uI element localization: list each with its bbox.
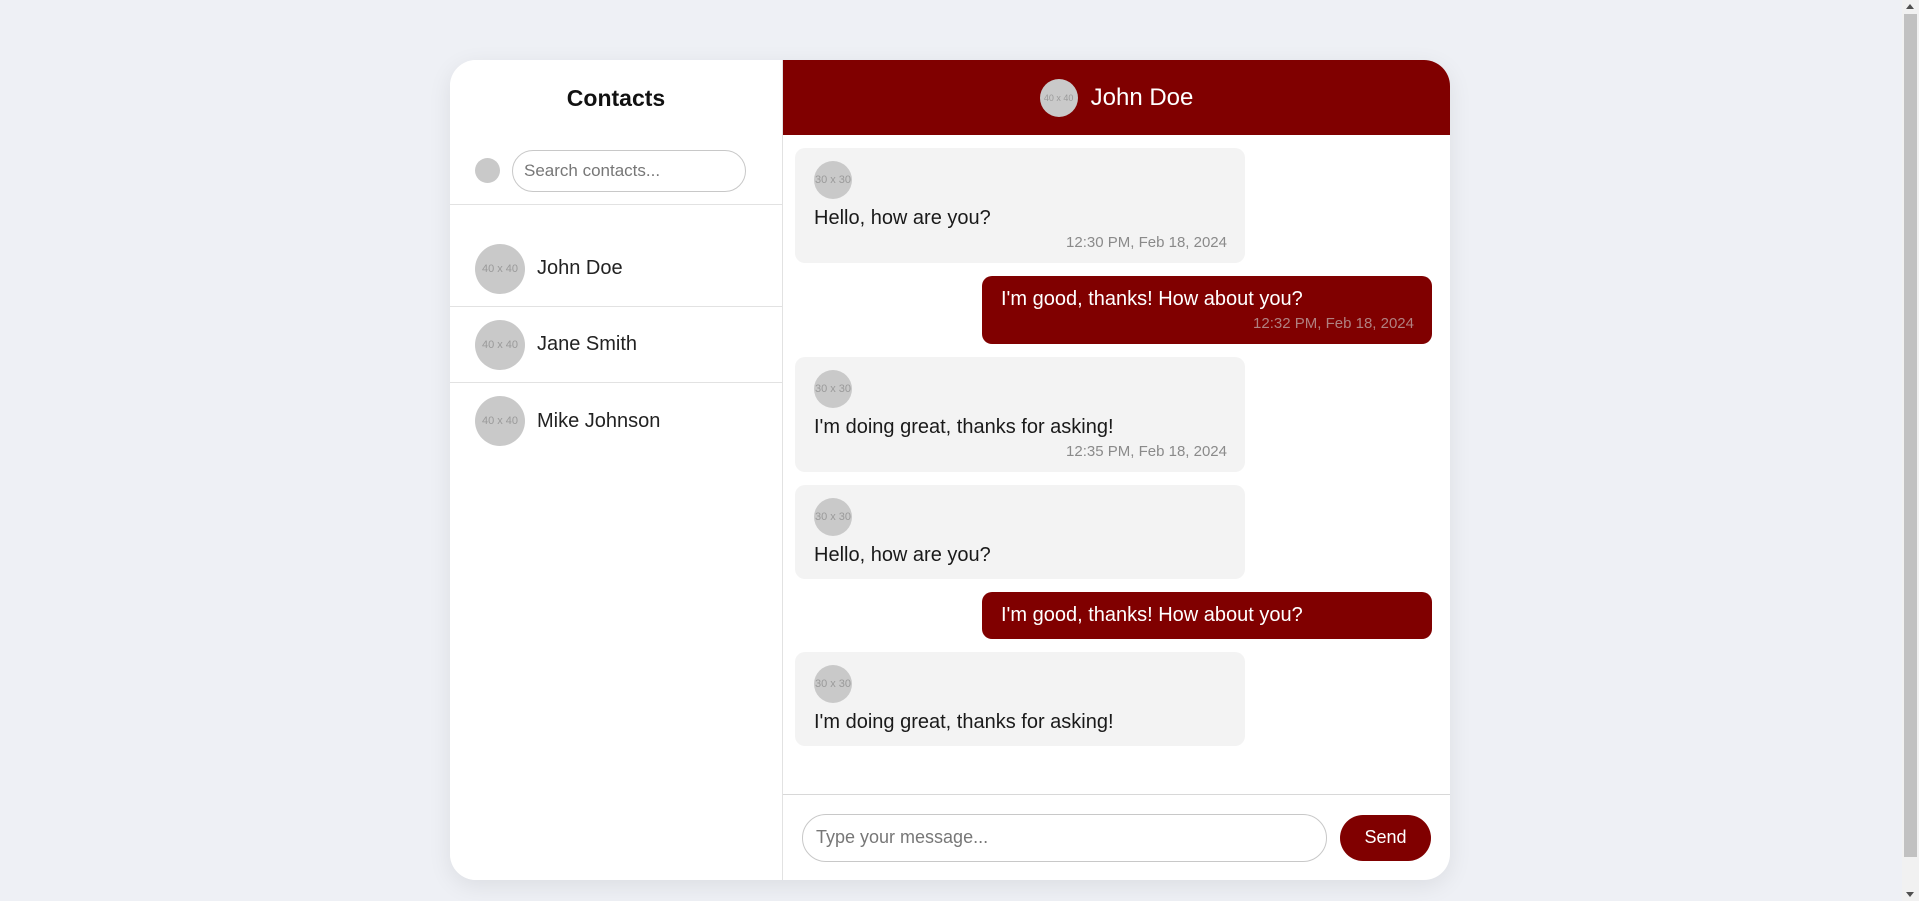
contact-avatar: 40 x 40	[475, 396, 525, 446]
contact-name: Jane Smith	[537, 333, 638, 355]
search-contacts-input[interactable]	[512, 149, 746, 192]
message-avatar: 30 x 30	[814, 498, 852, 536]
incoming-message: 30 x 30 I'm doing great, thanks for aski…	[795, 357, 1245, 472]
message-text: Hello, how are you?	[814, 207, 991, 229]
send-button[interactable]: Send	[1340, 814, 1431, 861]
contact-list: 40 x 40 John Doe 40 x 40 Jane Smith 40 x…	[450, 231, 782, 459]
incoming-message: 30 x 30 Hello, how are you? 12:30 PM, Fe…	[795, 148, 1245, 263]
scroll-down-icon[interactable]	[1906, 892, 1914, 897]
message-timestamp: 12:35 PM, Feb 18, 2024	[1066, 443, 1227, 460]
chat-header-title: John Doe	[1090, 83, 1194, 111]
message-text: I'm doing great, thanks for asking!	[814, 711, 1114, 733]
sidebar-title: Contacts	[566, 85, 666, 111]
page-scrollbar[interactable]	[1902, 0, 1919, 901]
contact-name: Mike Johnson	[537, 409, 661, 432]
incoming-message: 30 x 30 Hello, how are you?	[795, 485, 1245, 579]
scroll-up-icon[interactable]	[1906, 4, 1914, 9]
contact-item-mike-johnson[interactable]: 40 x 40 Mike Johnson	[450, 383, 782, 459]
outgoing-message: I'm good, thanks! How about you?	[982, 592, 1432, 639]
chat-app: Contacts 40 x 40 John Doe 40 x 40 Jane S…	[450, 60, 1450, 880]
contacts-sidebar: Contacts 40 x 40 John Doe 40 x 40 Jane S…	[450, 60, 783, 880]
search-row	[450, 135, 782, 205]
message-text: I'm good, thanks! How about you?	[1001, 604, 1303, 626]
message-input[interactable]	[802, 813, 1327, 862]
incoming-message: 30 x 30 I'm doing great, thanks for aski…	[795, 652, 1245, 746]
contact-avatar: 40 x 40	[475, 243, 525, 294]
message-text: Hello, how are you?	[814, 544, 991, 566]
message-avatar: 30 x 30	[814, 665, 852, 703]
message-composer: Send	[783, 794, 1450, 880]
contact-name: John Doe	[537, 257, 623, 279]
outgoing-message: I'm good, thanks! How about you? 12:32 P…	[982, 276, 1432, 344]
message-text: I'm doing great, thanks for asking!	[814, 416, 1114, 438]
message-avatar: 30 x 30	[814, 370, 852, 408]
contact-avatar: 40 x 40	[475, 319, 525, 370]
chat-header-avatar: 40 x 40	[1039, 78, 1078, 117]
message-timestamp: 12:30 PM, Feb 18, 2024	[1066, 234, 1227, 251]
search-dot-icon	[475, 158, 500, 183]
message-list: 30 x 30 Hello, how are you? 12:30 PM, Fe…	[783, 135, 1450, 794]
chat-header: 40 x 40 John Doe	[783, 60, 1450, 135]
message-text: I'm good, thanks! How about you?	[1001, 288, 1303, 310]
chat-panel: 40 x 40 John Doe 30 x 30 Hello, how are …	[783, 60, 1450, 880]
message-timestamp: 12:32 PM, Feb 18, 2024	[1253, 315, 1414, 332]
message-avatar: 30 x 30	[814, 161, 852, 199]
contact-item-jane-smith[interactable]: 40 x 40 Jane Smith	[450, 307, 782, 383]
scrollbar-thumb[interactable]	[1904, 14, 1917, 857]
contact-item-john-doe[interactable]: 40 x 40 John Doe	[450, 231, 782, 307]
